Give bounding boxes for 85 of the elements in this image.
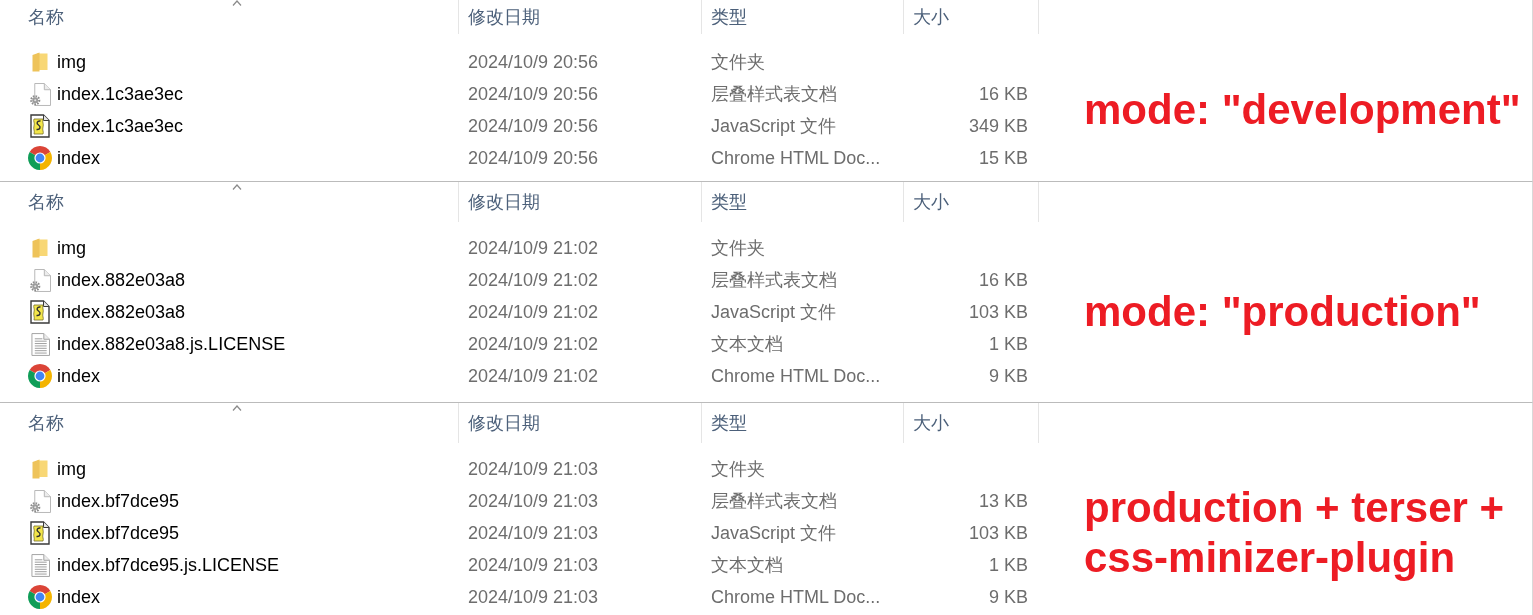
modified-date: 2024/10/9 21:03 bbox=[468, 586, 599, 607]
column-header[interactable]: 类型 bbox=[702, 403, 904, 443]
column-header[interactable]: 修改日期 bbox=[459, 403, 702, 443]
column-header[interactable]: 大小 bbox=[904, 182, 1039, 222]
file-size: 1 KB bbox=[988, 333, 1028, 354]
file-type: Chrome HTML Doc... bbox=[711, 365, 881, 386]
sort-caret-icon bbox=[232, 184, 242, 190]
file-name[interactable]: index.882e03a8 bbox=[57, 266, 186, 294]
file-name[interactable]: img bbox=[57, 234, 86, 262]
modified-date: 2024/10/9 21:02 bbox=[468, 365, 599, 386]
sort-caret-icon bbox=[232, 0, 242, 6]
file-name[interactable]: index.1c3ae3ec bbox=[57, 112, 184, 140]
file-size: 349 KB bbox=[968, 115, 1028, 136]
modified-date: 2024/10/9 21:02 bbox=[468, 301, 599, 322]
column-header[interactable]: 名称 bbox=[0, 403, 459, 443]
file-name[interactable]: index bbox=[57, 144, 101, 172]
text-document-icon bbox=[30, 553, 50, 577]
modified-date: 2024/10/9 20:56 bbox=[468, 115, 599, 136]
file-name[interactable]: index.bf7dce95 bbox=[57, 487, 180, 515]
file-type: Chrome HTML Doc... bbox=[711, 586, 881, 607]
file-size: 103 KB bbox=[968, 301, 1028, 322]
scroll-document-icon bbox=[30, 300, 50, 324]
column-header[interactable]: 大小 bbox=[904, 403, 1039, 443]
modified-date: 2024/10/9 21:03 bbox=[468, 458, 599, 479]
annotation-text: mode: "production" bbox=[1084, 286, 1481, 337]
file-name[interactable]: index.882e03a8.js.LICENSE bbox=[57, 330, 286, 358]
file-size: 16 KB bbox=[978, 269, 1028, 290]
file-size: 1 KB bbox=[988, 554, 1028, 575]
file-name[interactable]: index bbox=[57, 362, 101, 390]
column-header[interactable]: 修改日期 bbox=[459, 182, 702, 222]
modified-date: 2024/10/9 21:03 bbox=[468, 522, 599, 543]
file-type: 文本文档 bbox=[711, 333, 783, 354]
file-type: 文本文档 bbox=[711, 554, 783, 575]
file-name[interactable]: img bbox=[57, 455, 86, 483]
text-document-icon bbox=[30, 332, 50, 356]
column-header[interactable]: 类型 bbox=[702, 182, 904, 222]
annotation-text: mode: "development" bbox=[1084, 84, 1521, 135]
modified-date: 2024/10/9 21:02 bbox=[468, 237, 599, 258]
modified-date: 2024/10/9 20:56 bbox=[468, 51, 599, 72]
file-type: 层叠样式表文档 bbox=[711, 490, 837, 511]
file-size: 13 KB bbox=[978, 490, 1028, 511]
modified-date: 2024/10/9 20:56 bbox=[468, 83, 599, 104]
column-header[interactable]: 修改日期 bbox=[459, 0, 702, 34]
gear-document-icon bbox=[29, 268, 51, 292]
file-type: 层叠样式表文档 bbox=[711, 269, 837, 290]
modified-date: 2024/10/9 20:56 bbox=[468, 147, 599, 168]
file-type: Chrome HTML Doc... bbox=[711, 147, 881, 168]
file-size: 9 KB bbox=[988, 365, 1028, 386]
column-header[interactable]: 名称 bbox=[0, 182, 459, 222]
browser-logo-icon bbox=[28, 585, 52, 609]
file-type: JavaScript 文件 bbox=[711, 522, 837, 543]
file-type: 层叠样式表文档 bbox=[711, 83, 837, 104]
file-name[interactable]: img bbox=[57, 48, 86, 76]
file-type: JavaScript 文件 bbox=[711, 115, 837, 136]
scroll-document-icon bbox=[30, 521, 50, 545]
modified-date: 2024/10/9 21:03 bbox=[468, 554, 599, 575]
folder-icon bbox=[32, 52, 48, 72]
column-header[interactable]: 名称 bbox=[0, 0, 459, 34]
file-size: 16 KB bbox=[978, 83, 1028, 104]
file-size: 103 KB bbox=[968, 522, 1028, 543]
column-header[interactable]: 大小 bbox=[904, 0, 1039, 34]
file-size: 9 KB bbox=[988, 586, 1028, 607]
file-name[interactable]: index.882e03a8 bbox=[57, 298, 186, 326]
file-size: 15 KB bbox=[978, 147, 1028, 168]
sort-caret-icon bbox=[232, 405, 242, 411]
file-type: 文件夹 bbox=[711, 51, 765, 72]
file-name[interactable]: index.bf7dce95 bbox=[57, 519, 180, 547]
file-type: 文件夹 bbox=[711, 237, 765, 258]
modified-date: 2024/10/9 21:02 bbox=[468, 333, 599, 354]
gear-document-icon bbox=[29, 489, 51, 513]
file-type: 文件夹 bbox=[711, 458, 765, 479]
file-type: JavaScript 文件 bbox=[711, 301, 837, 322]
file-name[interactable]: index.1c3ae3ec bbox=[57, 80, 184, 108]
annotation-text: production + terser + css-minizer-plugin bbox=[1084, 482, 1505, 583]
folder-icon bbox=[32, 459, 48, 479]
browser-logo-icon bbox=[28, 364, 52, 388]
folder-icon bbox=[32, 238, 48, 258]
gear-document-icon bbox=[29, 82, 51, 106]
browser-logo-icon bbox=[28, 146, 52, 170]
modified-date: 2024/10/9 21:03 bbox=[468, 490, 599, 511]
scroll-document-icon bbox=[30, 114, 50, 138]
column-header[interactable]: 类型 bbox=[702, 0, 904, 34]
file-name[interactable]: index.bf7dce95.js.LICENSE bbox=[57, 551, 280, 579]
modified-date: 2024/10/9 21:02 bbox=[468, 269, 599, 290]
file-name[interactable]: index bbox=[57, 583, 101, 611]
